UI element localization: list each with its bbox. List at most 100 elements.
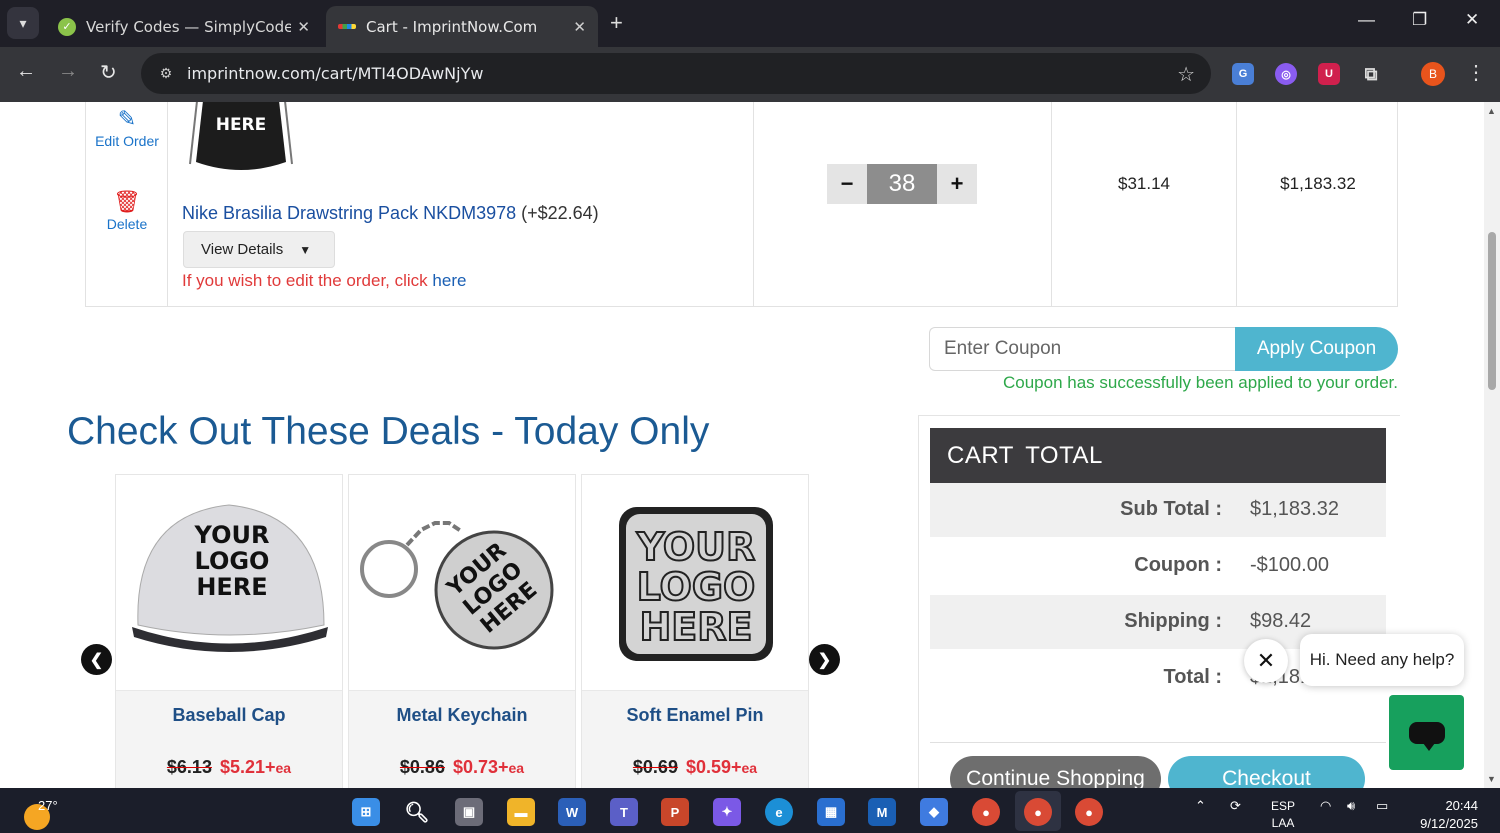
tab-title: Cart - ImprintNow.Com <box>366 17 538 36</box>
tab-imprintnow-cart[interactable]: Cart - ImprintNow.Com ✕ <box>326 6 598 47</box>
product-name[interactable]: Nike Brasilia Drawstring Pack NKDM3978 <box>182 203 516 223</box>
bookmark-star-icon[interactable]: ☆ <box>1177 62 1195 87</box>
scroll-down-icon[interactable]: ▼ <box>1487 774 1496 784</box>
sync-icon[interactable]: ⟳ <box>1230 798 1241 814</box>
url-text[interactable]: imprintnow.com/cart/MTI4ODAwNjYw <box>187 64 483 83</box>
deal-card-metal-keychain[interactable]: YOUR LOGO HERE Metal Keychain $0.86 $0.73… <box>348 474 576 788</box>
coupon-row: Coupon : -$100.00 <box>930 539 1386 593</box>
page-scrollbar[interactable]: ▲ ▼ <box>1484 102 1500 788</box>
deal-price: $0.86 $0.73+ea <box>349 757 575 778</box>
cart-item-row: ✎ Edit Order 🗑 Delete HERE Nike Brasilia… <box>85 102 1398 307</box>
decrease-quantity-button[interactable]: − <box>827 164 867 204</box>
edit-here-link[interactable]: here <box>432 271 466 290</box>
store-icon[interactable]: ▦ <box>817 798 845 826</box>
system-clock[interactable]: 20:44 9/12/2025 <box>1412 797 1478 833</box>
deal-info: Soft Enamel Pin $0.69 $0.59+ea <box>582 691 808 788</box>
deal-new-price: $0.73+ <box>452 757 509 777</box>
deal-card-baseball-cap[interactable]: YOUR LOGO HERE Baseball Cap $6.13 $5.21+e… <box>115 474 343 788</box>
forward-icon[interactable]: → <box>58 60 78 83</box>
minimize-icon[interactable]: — <box>1358 10 1375 30</box>
keyboard-layout: LAA <box>1271 816 1295 830</box>
extension-icon[interactable]: ◎ <box>1275 63 1297 85</box>
scroll-up-icon[interactable]: ▲ <box>1487 106 1496 116</box>
m365-icon[interactable]: ◆ <box>920 798 948 826</box>
product-extra-price: (+$22.64) <box>521 203 599 223</box>
tab-simplycodes[interactable]: ✓ Verify Codes — SimplyCodes ✕ <box>46 6 322 47</box>
new-tab-icon[interactable]: + <box>610 10 623 36</box>
back-icon[interactable]: ← <box>16 60 36 83</box>
unit-price: $31.14 <box>1118 174 1170 193</box>
close-tab-icon[interactable]: ✕ <box>573 18 586 36</box>
cart-page: ✎ Edit Order 🗑 Delete HERE Nike Brasilia… <box>0 102 1484 788</box>
deal-name[interactable]: Baseball Cap <box>116 705 342 726</box>
extensions-puzzle-icon[interactable]: ⧉ <box>1360 63 1382 85</box>
scrollbar-thumb[interactable] <box>1488 232 1496 390</box>
close-window-icon[interactable]: ✕ <box>1465 10 1479 30</box>
wifi-icon[interactable]: ◠ <box>1320 798 1331 814</box>
chat-close-icon[interactable]: ✕ <box>1244 639 1288 683</box>
address-bar[interactable]: ⚙ imprintnow.com/cart/MTI4ODAwNjYw ☆ <box>141 53 1211 94</box>
soft-enamel-pin-image: YOUR LOGO HERE <box>619 507 773 661</box>
edit-order-note: If you wish to edit the order, click her… <box>182 271 466 291</box>
word-icon[interactable]: W <box>558 798 586 826</box>
file-explorer-icon[interactable]: ▬ <box>507 798 535 826</box>
deal-image: YOUR LOGO HERE <box>349 475 575 691</box>
language-indicator[interactable]: ESP LAA <box>1271 798 1295 832</box>
chevron-down-icon: ▼ <box>299 242 312 257</box>
cart-total-heading: CART TOTAL <box>930 428 1386 483</box>
edge-icon[interactable]: e <box>765 798 793 826</box>
google-translate-icon[interactable]: G <box>1232 63 1254 85</box>
chrome-active-icon[interactable]: ● <box>1024 798 1052 826</box>
quantity-input[interactable]: 38 <box>867 164 937 204</box>
deal-old-price: $6.13 <box>166 757 212 777</box>
search-icon[interactable]: 🔍︎ <box>403 798 431 826</box>
battery-icon[interactable]: ▭ <box>1376 798 1388 814</box>
coupon-input[interactable]: Enter Coupon <box>929 327 1237 371</box>
volume-icon[interactable]: 🔊︎ <box>1347 798 1355 814</box>
subtotal-label: Sub Total : <box>1120 498 1222 520</box>
trash-icon: 🗑 <box>113 189 141 214</box>
product-name-link[interactable]: Nike Brasilia Drawstring Pack NKDM3978 (… <box>182 203 599 224</box>
deal-unit: ea <box>275 760 292 776</box>
browser-menu-icon[interactable]: ⋮ <box>1466 60 1486 85</box>
deal-old-price: $0.86 <box>399 757 445 777</box>
copilot-icon[interactable]: ✦ <box>713 798 741 826</box>
deals-title: Check Out These Deals - Today Only <box>67 410 710 453</box>
deal-info: Metal Keychain $0.86 $0.73+ea <box>349 691 575 788</box>
continue-shopping-button[interactable]: Continue Shopping <box>950 756 1161 788</box>
tray-overflow-icon[interactable]: ⌃ <box>1195 798 1206 814</box>
carousel-prev-icon[interactable]: ❮ <box>81 644 112 675</box>
profile-avatar[interactable]: B <box>1421 62 1445 86</box>
chrome-icon[interactable]: ● <box>972 798 1000 826</box>
site-info-icon[interactable]: ⚙ <box>155 63 177 85</box>
chat-greeting[interactable]: Hi. Need any help? <box>1300 634 1464 686</box>
deal-card-soft-enamel-pin[interactable]: YOUR LOGO HERE Soft Enamel Pin $0.69 $0.5… <box>581 474 809 788</box>
increase-quantity-button[interactable]: + <box>937 164 977 204</box>
view-details-dropdown[interactable]: View Details ▼ <box>183 231 335 268</box>
chat-launcher-button[interactable] <box>1389 695 1464 770</box>
deal-price: $0.69 $0.59+ea <box>582 757 808 778</box>
teams-icon[interactable]: T <box>610 798 638 826</box>
close-tab-icon[interactable]: ✕ <box>297 18 310 36</box>
edit-order-button[interactable]: ✎ Edit Order <box>86 108 168 151</box>
cart-total-divider <box>930 742 1386 743</box>
restore-icon[interactable]: ❐ <box>1412 10 1427 30</box>
apply-coupon-button[interactable]: Apply Coupon <box>1235 327 1398 371</box>
task-view-icon[interactable]: ▣ <box>455 798 483 826</box>
pin-logo-line: YOUR <box>636 525 756 569</box>
chrome-profile-icon[interactable]: ● <box>1075 798 1103 826</box>
delete-item-button[interactable]: 🗑 Delete <box>86 189 168 234</box>
app-icon[interactable]: M <box>868 798 896 826</box>
deal-name[interactable]: Metal Keychain <box>349 705 575 726</box>
reload-icon[interactable]: ↻ <box>100 60 117 85</box>
edit-note-text: If you wish to edit the order, click <box>182 271 428 290</box>
checkout-button[interactable]: Checkout <box>1168 756 1365 788</box>
browser-toolbar: ← → ↻ ⚙ imprintnow.com/cart/MTI4ODAwNjYw… <box>0 47 1500 102</box>
carousel-next-icon[interactable]: ❯ <box>809 644 840 675</box>
ublock-shield-icon[interactable]: U <box>1318 63 1340 85</box>
deal-new-price: $5.21+ <box>219 757 276 777</box>
tab-search-button[interactable]: ▾ <box>7 7 39 39</box>
powerpoint-icon[interactable]: P <box>661 798 689 826</box>
start-icon[interactable]: ⊞ <box>352 798 380 826</box>
deal-name[interactable]: Soft Enamel Pin <box>582 705 808 726</box>
